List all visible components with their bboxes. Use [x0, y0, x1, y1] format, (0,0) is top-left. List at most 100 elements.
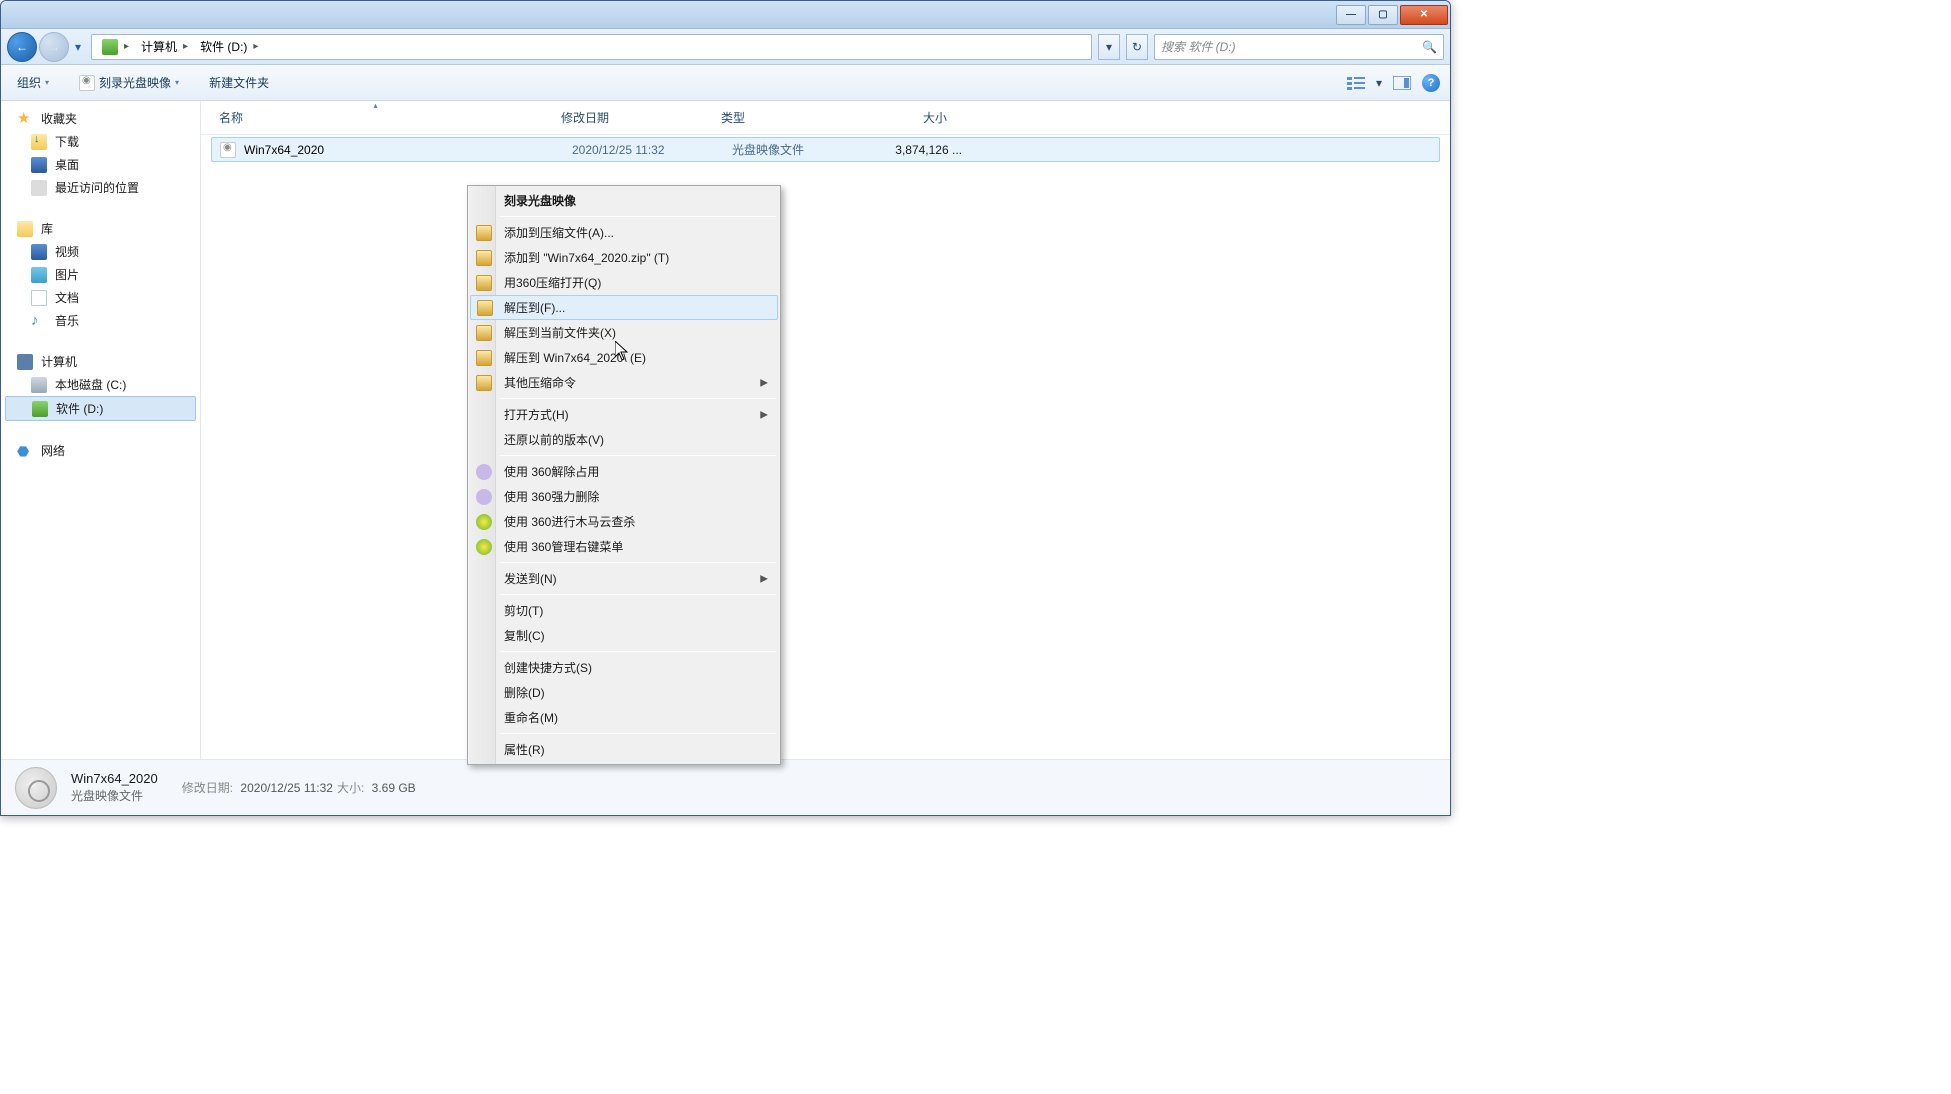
menu-item[interactable]: 使用 360进行木马云查杀	[470, 509, 778, 534]
disc-large-icon	[15, 767, 57, 809]
computer-icon	[17, 354, 33, 370]
details-meta: 修改日期: 2020/12/25 11:32	[182, 779, 333, 796]
menu-item[interactable]: 其他压缩命令▶	[470, 370, 778, 395]
menu-item-label: 解压到当前文件夹(X)	[504, 324, 616, 341]
menu-item-label: 还原以前的版本(V)	[504, 431, 604, 448]
menu-item[interactable]: 解压到当前文件夹(X)	[470, 320, 778, 345]
menu-item[interactable]: 属性(R)	[470, 737, 778, 762]
forward-button[interactable]: →	[39, 32, 69, 62]
menu-item[interactable]: 还原以前的版本(V)	[470, 427, 778, 452]
menu-item[interactable]: 使用 360强力删除	[470, 484, 778, 509]
maximize-button[interactable]: ▢	[1368, 5, 1398, 25]
submenu-arrow-icon: ▶	[760, 573, 768, 584]
column-type[interactable]: 类型	[711, 105, 861, 130]
burn-image-button[interactable]: 刻录光盘映像 ▾	[73, 70, 185, 95]
music-icon: ♪	[31, 313, 47, 329]
iso-file-icon	[220, 142, 236, 158]
archive-icon	[476, 250, 492, 266]
view-options-button[interactable]	[1346, 73, 1366, 93]
title-bar: — ▢ ✕	[1, 1, 1450, 29]
sidebar-downloads[interactable]: 下载	[1, 130, 200, 153]
file-row[interactable]: Win7x64_2020 2020/12/25 11:32 光盘映像文件 3,8…	[211, 137, 1440, 162]
preview-pane-button[interactable]	[1392, 73, 1412, 93]
menu-item[interactable]: 刻录光盘映像	[470, 188, 778, 213]
view-controls: ▾ ?	[1346, 73, 1440, 93]
menu-item[interactable]: 解压到 Win7x64_2020\ (E)	[470, 345, 778, 370]
menu-item-label: 添加到 "Win7x64_2020.zip" (T)	[504, 249, 669, 266]
sidebar-desktop[interactable]: 桌面	[1, 153, 200, 176]
address-bar[interactable]: ▸ 计算机 ▸ 软件 (D:) ▸	[91, 34, 1092, 60]
360g-icon	[476, 489, 492, 505]
menu-item[interactable]: 用360压缩打开(Q)	[470, 270, 778, 295]
sidebar-drive-c[interactable]: 本地磁盘 (C:)	[1, 373, 200, 396]
sidebar-favorites[interactable]: ★ 收藏夹	[1, 107, 200, 130]
sidebar-drive-d[interactable]: 软件 (D:)	[5, 396, 196, 421]
explorer-window: — ▢ ✕ ← → ▾ ▸ 计算机 ▸ 软件 (D:) ▸ ▾ ↻	[0, 0, 1451, 816]
menu-item[interactable]: 重命名(M)	[470, 705, 778, 730]
sort-indicator-icon: ▴	[373, 101, 377, 110]
pictures-label: 图片	[55, 266, 79, 283]
menu-item-label: 发送到(N)	[504, 570, 557, 587]
refresh-button[interactable]: ↻	[1126, 34, 1148, 60]
sidebar-music[interactable]: ♪ 音乐	[1, 309, 200, 332]
address-dropdown-button[interactable]: ▾	[1098, 34, 1120, 60]
breadcrumb-drive-d[interactable]: 软件 (D:) ▸	[194, 35, 264, 59]
details-text: Win7x64_2020 光盘映像文件	[71, 771, 158, 804]
menu-item-label: 属性(R)	[504, 741, 545, 758]
menu-item[interactable]: 添加到压缩文件(A)...	[470, 220, 778, 245]
help-button[interactable]: ?	[1422, 74, 1440, 92]
menu-item-label: 添加到压缩文件(A)...	[504, 224, 614, 241]
menu-item[interactable]: 复制(C)	[470, 623, 778, 648]
recent-label: 最近访问的位置	[55, 179, 139, 196]
close-button[interactable]: ✕	[1400, 5, 1448, 25]
menu-separator	[500, 216, 776, 217]
new-folder-button[interactable]: 新建文件夹	[203, 70, 275, 95]
details-date-label: 修改日期:	[182, 781, 233, 795]
details-type: 光盘映像文件	[71, 787, 158, 804]
column-size[interactable]: 大小	[861, 105, 961, 130]
sidebar-libraries[interactable]: 库	[1, 217, 200, 240]
menu-item[interactable]: 剪切(T)	[470, 598, 778, 623]
menu-item-label: 创建快捷方式(S)	[504, 659, 592, 676]
network-label: 网络	[41, 442, 65, 459]
column-date[interactable]: 修改日期	[551, 105, 711, 130]
file-name: Win7x64_2020	[244, 143, 324, 157]
menu-item[interactable]: 使用 360管理右键菜单	[470, 534, 778, 559]
menu-item[interactable]: 添加到 "Win7x64_2020.zip" (T)	[470, 245, 778, 270]
menu-separator	[500, 455, 776, 456]
back-button[interactable]: ←	[7, 32, 37, 62]
menu-item[interactable]: 删除(D)	[470, 680, 778, 705]
dropdown-arrow-icon[interactable]: ▾	[1376, 76, 1382, 90]
organize-button[interactable]: 组织 ▾	[11, 70, 55, 95]
file-date-cell: 2020/12/25 11:32	[562, 140, 722, 160]
sidebar-network[interactable]: ⬣ 网络	[1, 439, 200, 462]
menu-item[interactable]: 发送到(N) ▶	[470, 566, 778, 591]
menu-item[interactable]: 创建快捷方式(S)	[470, 655, 778, 680]
360y-icon	[476, 539, 492, 555]
music-label: 音乐	[55, 312, 79, 329]
favorites-group: ★ 收藏夹 下载 桌面 最近访问的位置	[1, 107, 200, 199]
sidebar-recent[interactable]: 最近访问的位置	[1, 176, 200, 199]
file-list: 名称 ▴ 修改日期 类型 大小 Win7x64_2020 2020/12/25 …	[201, 101, 1450, 759]
sidebar-pictures[interactable]: 图片	[1, 263, 200, 286]
breadcrumb-computer[interactable]: 计算机 ▸	[135, 35, 194, 59]
menu-item[interactable]: 解压到(F)...	[470, 295, 778, 320]
column-label: 名称	[219, 111, 243, 125]
minimize-button[interactable]: —	[1336, 5, 1366, 25]
menu-item[interactable]: 使用 360解除占用	[470, 459, 778, 484]
sidebar-computer[interactable]: 计算机	[1, 350, 200, 373]
drive-icon	[31, 377, 47, 393]
computer-group: 计算机 本地磁盘 (C:) 软件 (D:)	[1, 350, 200, 421]
file-name-cell: Win7x64_2020	[212, 139, 562, 161]
breadcrumb-root[interactable]: ▸	[96, 35, 135, 59]
menu-item-label: 使用 360强力删除	[504, 488, 599, 505]
sidebar-videos[interactable]: 视频	[1, 240, 200, 263]
menu-item[interactable]: 打开方式(H)▶	[470, 402, 778, 427]
search-input[interactable]: 搜索 软件 (D:) 🔍	[1154, 34, 1444, 60]
archive-icon	[476, 325, 492, 341]
sidebar-documents[interactable]: 文档	[1, 286, 200, 309]
menu-item-label: 删除(D)	[504, 684, 545, 701]
nav-history-dropdown[interactable]: ▾	[71, 40, 85, 54]
column-name[interactable]: 名称 ▴	[201, 105, 551, 130]
address-bar-row: ← → ▾ ▸ 计算机 ▸ 软件 (D:) ▸ ▾ ↻ 搜索 软件 (D:) 🔍	[1, 29, 1450, 65]
